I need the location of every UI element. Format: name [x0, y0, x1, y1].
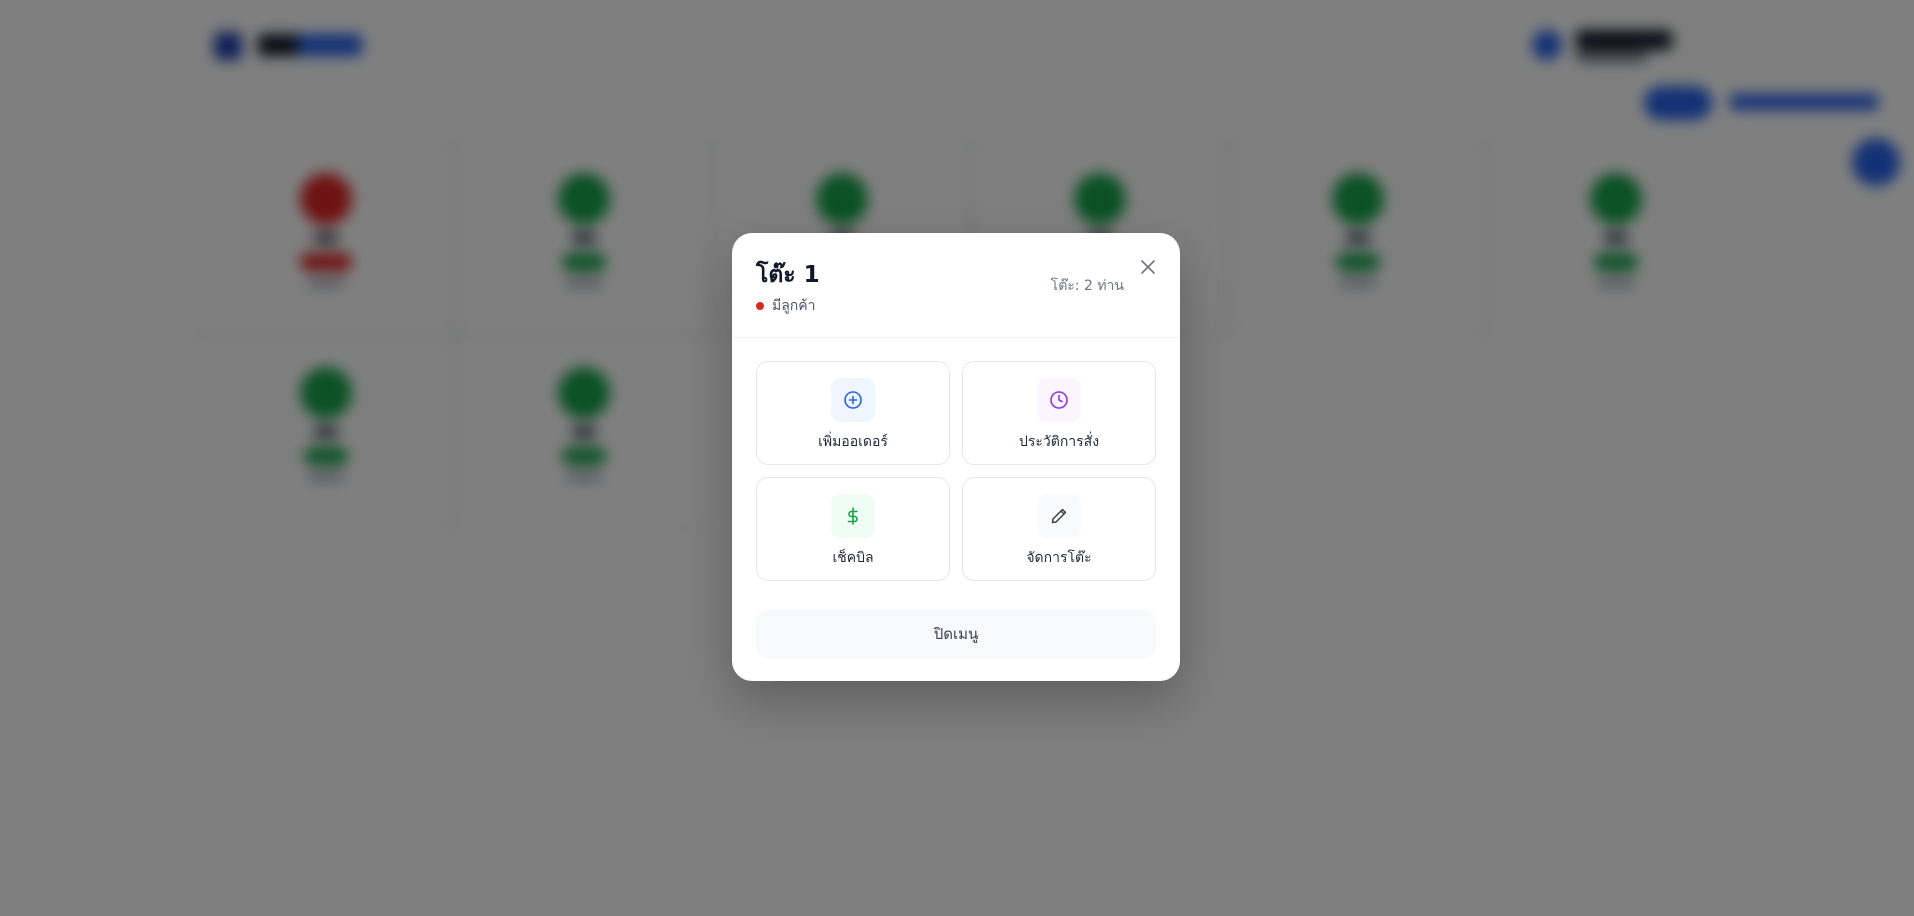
manage-table-label: จัดการโต๊ะ — [1026, 550, 1092, 566]
close-button[interactable] — [1138, 257, 1158, 277]
check-bill-label: เช็คบิล — [832, 550, 874, 566]
table-status: มีลูกค้า — [756, 295, 816, 317]
add-order-button[interactable]: เพิ่มออเดอร์ — [756, 361, 950, 465]
check-bill-icon-box — [831, 494, 875, 538]
pencil-icon — [1051, 508, 1067, 524]
status-dot — [756, 302, 764, 310]
clock-icon — [1050, 391, 1068, 409]
close-menu-button[interactable]: ปิดเมนู — [756, 610, 1156, 658]
table-menu-modal: โต๊ะ 1 มีลูกค้า โต๊ะ: 2 ท่าน เพิ่มออเดอร… — [732, 233, 1180, 681]
order-history-button[interactable]: ประวัติการสั่ง — [962, 361, 1156, 465]
manage-table-icon-box — [1037, 494, 1081, 538]
plus-circle-icon — [844, 391, 862, 409]
close-icon — [1141, 260, 1155, 274]
modal-title: โต๊ะ 1 — [756, 262, 820, 288]
order-history-label: ประวัติการสั่ง — [1018, 434, 1100, 450]
seat-count: โต๊ะ: 2 ท่าน — [1050, 278, 1124, 294]
modal-header: โต๊ะ 1 มีลูกค้า โต๊ะ: 2 ท่าน — [732, 233, 1180, 338]
add-order-label: เพิ่มออเดอร์ — [818, 434, 888, 450]
action-grid: เพิ่มออเดอร์ ประวัติการสั่ง เช็คบิล จัดก… — [756, 361, 1156, 581]
manage-table-button[interactable]: จัดการโต๊ะ — [962, 477, 1156, 581]
order-history-icon-box — [1037, 378, 1081, 422]
add-order-icon-box — [831, 378, 875, 422]
check-bill-button[interactable]: เช็คบิล — [756, 477, 950, 581]
dollar-icon — [847, 507, 858, 525]
status-text: มีลูกค้า — [772, 298, 816, 314]
